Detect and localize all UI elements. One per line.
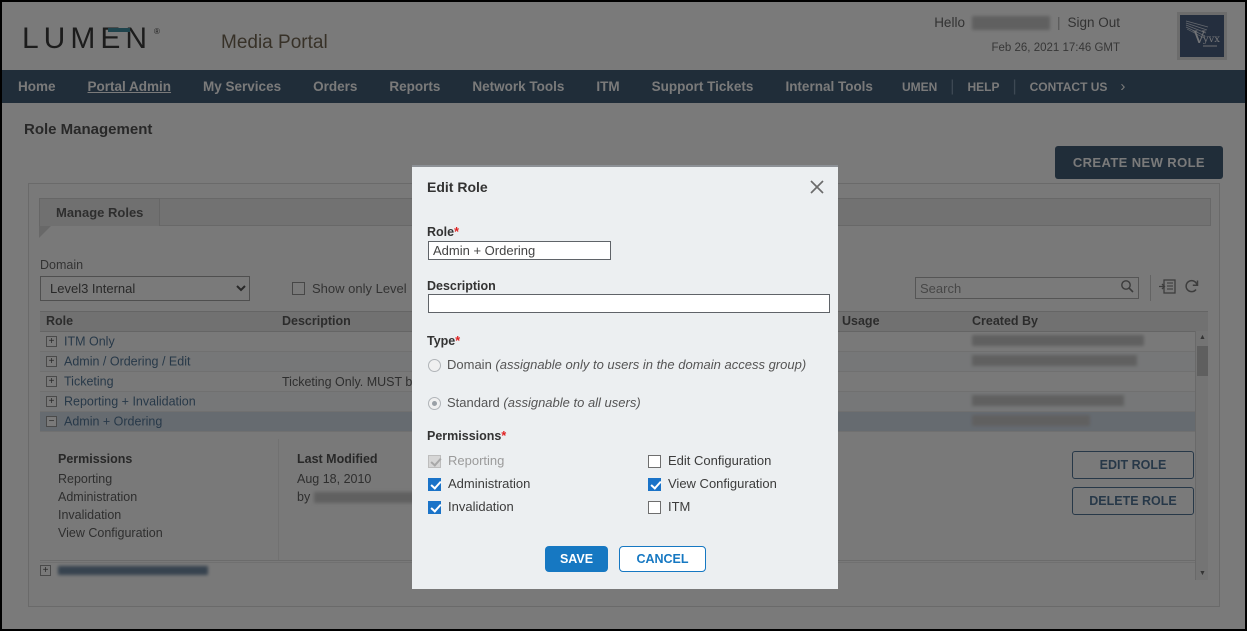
permissions-label-text: Permissions: [427, 429, 502, 443]
type-domain-hint: (assignable only to users in the domain …: [495, 357, 807, 372]
permission-edit-configuration[interactable]: Edit Configuration: [648, 453, 771, 468]
permission-label: Edit Configuration: [668, 453, 772, 468]
required-asterisk: *: [455, 334, 461, 348]
type-standard-wrap: Standard (assignable to all users): [447, 395, 641, 410]
dialog-title: Edit Role: [427, 179, 488, 195]
type-field-label: Type*: [427, 334, 460, 348]
role-field-label: Role*: [427, 225, 459, 239]
cancel-button[interactable]: CANCEL: [619, 546, 706, 572]
type-standard-hint: (assignable to all users): [503, 395, 641, 410]
type-radio-domain[interactable]: Domain (assignable only to users in the …: [428, 357, 823, 372]
description-field-label: Description: [427, 279, 496, 293]
type-domain-wrap: Domain (assignable only to users in the …: [447, 357, 806, 372]
permission-administration[interactable]: Administration: [428, 476, 530, 491]
role-label-text: Role: [427, 225, 455, 239]
permission-itm[interactable]: ITM: [648, 499, 690, 514]
permission-reporting[interactable]: Reporting: [428, 453, 504, 468]
type-radio-standard[interactable]: Standard (assignable to all users): [428, 395, 823, 410]
type-standard-label: Standard: [447, 395, 500, 410]
permission-label: Administration: [448, 476, 531, 491]
permission-view-configuration[interactable]: View Configuration: [648, 476, 777, 491]
checkbox-checked-icon[interactable]: [428, 500, 441, 514]
permission-invalidation[interactable]: Invalidation: [428, 499, 514, 514]
save-button[interactable]: SAVE: [545, 546, 608, 572]
checkbox-checked-disabled-icon: [428, 454, 441, 468]
edit-role-dialog: [412, 165, 838, 589]
permission-label: ITM: [668, 499, 691, 514]
permission-label: Reporting: [448, 453, 505, 468]
type-label-text: Type: [427, 334, 456, 348]
radio-button-selected-icon[interactable]: [428, 397, 441, 410]
permission-label: Invalidation: [448, 499, 514, 514]
permissions-column-right: Edit Configuration View Configuration IT…: [648, 453, 777, 514]
radio-button-icon[interactable]: [428, 359, 441, 372]
required-asterisk: *: [501, 429, 507, 443]
type-domain-label: Domain: [447, 357, 492, 372]
permissions-column-left: Reporting Administration Invalidation: [428, 453, 530, 514]
permission-label: View Configuration: [668, 476, 777, 491]
close-icon[interactable]: [806, 176, 828, 198]
checkbox-unchecked-icon[interactable]: [648, 454, 661, 468]
checkbox-checked-icon[interactable]: [428, 477, 441, 491]
checkbox-unchecked-icon[interactable]: [648, 500, 661, 514]
description-input[interactable]: [428, 294, 830, 313]
permissions-field-label: Permissions*: [427, 429, 506, 443]
role-input[interactable]: [428, 241, 611, 260]
required-asterisk: *: [454, 225, 459, 239]
checkbox-checked-icon[interactable]: [648, 477, 661, 491]
application-window: LUMEN ® Media Portal Hello Matthew | Sig…: [0, 0, 1247, 631]
